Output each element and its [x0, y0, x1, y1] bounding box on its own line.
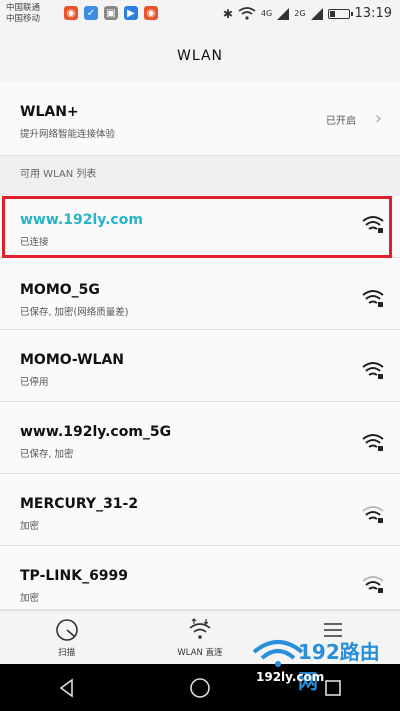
home-icon	[190, 677, 210, 698]
carrier-1: 中国联通	[6, 3, 41, 13]
signal-icon	[310, 7, 323, 20]
network-ssid: MOMO-WLAN	[20, 352, 125, 368]
recents-button[interactable]	[303, 668, 363, 708]
wlan-plus-state: 已开启	[326, 116, 356, 127]
navigation-bar	[0, 664, 400, 711]
weibo-icon: ◉	[64, 6, 78, 20]
wifi-lock-icon	[362, 216, 384, 233]
chevron-right-icon: ›	[374, 108, 382, 129]
status-bar: 中国联通 中国移动 ◉ ✓ ▣ ▶ ◉ ✱ 4G 2G 13:19	[0, 0, 400, 30]
recents-icon	[325, 679, 342, 696]
section-header: 可用 WLAN 列表	[0, 156, 400, 196]
wifi-network-item[interactable]: www.192ly.com 已连接	[0, 196, 400, 258]
bluetooth-icon: ✱	[222, 6, 233, 21]
network-ssid: www.192ly.com_5G	[20, 424, 172, 440]
back-button[interactable]	[37, 668, 97, 708]
wifi-status-icon	[238, 7, 256, 20]
status-indicators: ✱ 4G 2G 13:19	[223, 6, 392, 21]
scan-label: 扫描	[58, 648, 76, 658]
menu-button[interactable]	[268, 611, 398, 646]
video-icon: ▶	[124, 6, 138, 20]
wifi-network-item[interactable]: MOMO_5G 已保存, 加密(网络质量差)	[0, 258, 400, 330]
app-icon: ✓	[84, 6, 98, 20]
wifi-network-item[interactable]: MOMO-WLAN 已停用	[0, 330, 400, 402]
bottom-action-bar: 扫描 WLAN 直连	[0, 610, 400, 665]
home-button[interactable]	[170, 668, 230, 708]
network-type-2: 2G	[294, 8, 306, 18]
wifi-lock-icon	[362, 362, 384, 379]
wifi-lock-icon	[362, 434, 384, 451]
wifi-network-item[interactable]: MERCURY_31-2 加密	[0, 474, 400, 546]
wifi-direct-label: WLAN 直连	[177, 648, 223, 658]
network-ssid: www.192ly.com	[20, 212, 143, 228]
wlan-plus-subtitle: 提升网络智能连接体验	[20, 129, 116, 140]
wifi-network-item[interactable]: www.192ly.com_5G 已保存, 加密	[0, 402, 400, 474]
menu-icon	[324, 623, 343, 637]
wifi-lock-icon	[362, 576, 384, 593]
network-ssid: TP-LINK_6999	[20, 568, 129, 584]
notification-icons: ◉ ✓ ▣ ▶ ◉	[64, 6, 158, 20]
carrier-2: 中国移动	[6, 14, 41, 24]
scan-button[interactable]: 扫描	[2, 611, 132, 658]
network-status: 加密	[20, 593, 40, 604]
wifi-lock-icon	[362, 506, 384, 523]
wifi-direct-button[interactable]: WLAN 直连	[135, 611, 265, 658]
back-icon	[59, 677, 73, 698]
network-ssid: MERCURY_31-2	[20, 496, 139, 512]
page-title: WLAN	[0, 30, 400, 83]
signal-icon	[277, 7, 290, 20]
network-status: 已保存, 加密(网络质量差)	[20, 307, 129, 318]
wifi-network-item[interactable]: TP-LINK_6999 加密	[0, 546, 400, 610]
battery-icon	[327, 8, 353, 19]
wifi-direct-icon	[189, 618, 211, 639]
wlan-plus-row[interactable]: WLAN+ 提升网络智能连接体验 已开启 ›	[0, 82, 400, 156]
wifi-lock-icon	[362, 290, 384, 307]
network-ssid: MOMO_5G	[20, 282, 100, 298]
network-status: 已保存, 加密	[20, 449, 74, 460]
carrier-info: 中国联通 中国移动	[6, 3, 40, 25]
scan-icon	[55, 619, 78, 641]
network-status: 已停用	[20, 377, 49, 388]
network-status: 已连接	[20, 237, 49, 248]
weibo-icon: ◉	[144, 6, 158, 20]
wlan-plus-title: WLAN+	[20, 104, 79, 120]
gallery-icon: ▣	[104, 6, 118, 20]
network-status: 加密	[20, 521, 40, 532]
network-type-1: 4G	[260, 8, 273, 18]
clock: 13:19	[354, 6, 392, 21]
